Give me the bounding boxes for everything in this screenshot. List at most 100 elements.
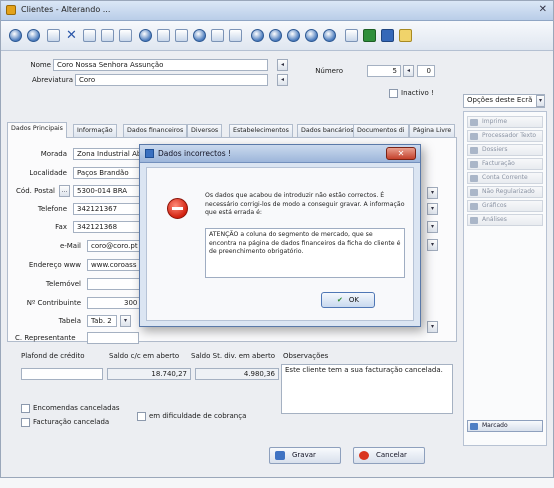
tab-estabelecimentos[interactable]: Estabelecimentos (229, 124, 293, 137)
numero-extra-input[interactable]: 0 (417, 65, 435, 77)
option-facturacao[interactable]: Facturação (467, 158, 543, 170)
save-icon (275, 451, 285, 460)
chart-icon[interactable] (381, 29, 394, 42)
edit-icon[interactable] (83, 29, 96, 42)
delete-icon[interactable]: ✕ (65, 29, 78, 42)
forward-icon[interactable] (27, 29, 40, 42)
cancelar-label: Cancelar (376, 451, 407, 459)
refresh-icon[interactable] (193, 29, 206, 42)
marker-icon (470, 423, 478, 430)
filter-icon[interactable] (157, 29, 170, 42)
codpostal-label: Cód. Postal (16, 187, 55, 195)
word-icon[interactable] (345, 29, 358, 42)
dialog-app-icon (145, 149, 154, 158)
option-conta-corrente[interactable]: Conta Corrente (467, 172, 543, 184)
option-graficos[interactable]: Gráficos (467, 200, 543, 212)
option-imprime[interactable]: Imprime (467, 116, 543, 128)
nome-lookup-icon[interactable]: ◂ (277, 59, 288, 71)
excel-icon[interactable] (363, 29, 376, 42)
option-processador-texto[interactable]: Processador Texto (467, 130, 543, 142)
dialog-body: Os dados que acabou de introduzir não es… (146, 167, 414, 321)
nome-label: Nome (30, 61, 51, 69)
encomendas-checkbox[interactable] (21, 404, 30, 413)
analysis-icon (470, 217, 478, 224)
dialog-title: Dados incorrectos ! (158, 149, 231, 158)
lookup-icon[interactable]: ▾ (427, 321, 438, 333)
options-select[interactable]: Opções deste Ecrã ▾ (463, 94, 545, 108)
abreviatura-lookup-icon[interactable]: ◂ (277, 74, 288, 86)
chart-icon (470, 203, 478, 210)
facturacao-checkbox[interactable] (21, 418, 30, 427)
copy-icon[interactable] (101, 29, 114, 42)
option-analises[interactable]: Análises (467, 214, 543, 226)
lookup-icon[interactable]: ▾ (427, 239, 438, 251)
financial-section: Plafond de crédito Saldo c/c em aberto S… (17, 346, 457, 441)
tab-dados-principais[interactable]: Dados Principais (7, 122, 67, 138)
tab-dados-bancarios[interactable]: Dados bancários (297, 124, 358, 137)
search-icon[interactable] (139, 29, 152, 42)
numero-lookup-icon[interactable]: ◂ (403, 65, 414, 77)
chevron-down-icon[interactable]: ▾ (120, 315, 131, 327)
pending-icon (470, 189, 478, 196)
numero-input[interactable]: 5 (367, 65, 401, 77)
ok-label: OK (348, 296, 359, 304)
option-label: Facturação (482, 160, 515, 167)
goto-record-icon[interactable] (323, 29, 336, 42)
facturacao-label: Facturação cancelada (33, 418, 110, 426)
ok-button[interactable]: ✔ OK (321, 292, 375, 308)
gravar-label: Gravar (292, 451, 316, 459)
lookup-icon[interactable]: ▾ (427, 203, 438, 215)
tab-diversos[interactable]: Diversos (187, 124, 223, 137)
previous-record-icon[interactable] (269, 29, 282, 42)
observacoes-textarea[interactable]: Este cliente tem a sua facturação cancel… (281, 364, 453, 414)
codpostal-lookup-icon[interactable]: … (59, 185, 70, 197)
close-icon[interactable]: ✕ (539, 4, 547, 15)
next-record-icon[interactable] (287, 29, 300, 42)
tab-informacao[interactable]: Informação (73, 124, 117, 137)
representante-label: C. Representante (15, 334, 76, 342)
print-icon[interactable] (119, 29, 132, 42)
window-title: Clientes - Alterando ... (21, 5, 111, 14)
representante-input[interactable] (87, 332, 139, 344)
tab-pagina-livre[interactable]: Página Livre (409, 124, 456, 137)
notes-icon[interactable] (229, 29, 242, 42)
chevron-down-icon[interactable]: ▾ (536, 95, 544, 107)
observacoes-label: Observações (283, 352, 329, 360)
lookup-icon[interactable]: ▾ (427, 187, 438, 199)
inactivo-checkbox[interactable] (389, 89, 398, 98)
numero-label: Número (315, 67, 343, 75)
dossier-icon (470, 147, 478, 154)
option-label: Conta Corrente (482, 174, 528, 181)
tab-dados-financeiros[interactable]: Dados financeiros (123, 124, 188, 137)
saldo-st-label: Saldo St. div. em aberto (191, 352, 275, 360)
lookup-icon[interactable]: ▾ (427, 221, 438, 233)
option-nao-regularizado[interactable]: Não Regularizado (467, 186, 543, 198)
email-label: e-Mail (59, 242, 81, 250)
cancelar-button[interactable]: Cancelar (353, 447, 425, 464)
plafond-label: Plafond de crédito (21, 352, 85, 360)
back-icon[interactable] (9, 29, 22, 42)
inactivo-label: Inactivo ! (401, 89, 434, 97)
dialog-close-icon[interactable]: ✕ (386, 147, 416, 160)
gravar-button[interactable]: Gravar (269, 447, 341, 464)
tabela-select[interactable]: Tab. 2 (87, 315, 117, 327)
tab-documentos[interactable]: Documentos di (353, 124, 409, 137)
dificuldade-checkbox[interactable] (137, 412, 146, 421)
option-label: Processador Texto (482, 132, 537, 139)
dialog-title-bar: Dados incorrectos ! ✕ (140, 145, 420, 163)
invoice-icon (470, 161, 478, 168)
client-window: Clientes - Alterando ... ✕ ✕ Nome Coro N… (0, 0, 554, 478)
last-record-icon[interactable] (305, 29, 318, 42)
attach-icon[interactable] (175, 29, 188, 42)
nome-input[interactable]: Coro Nossa Senhora Assunção (53, 59, 268, 71)
folder-icon[interactable] (399, 29, 412, 42)
new-document-icon[interactable] (47, 29, 60, 42)
first-record-icon[interactable] (251, 29, 264, 42)
marcado-button[interactable]: Marcado (467, 420, 543, 432)
option-dossiers[interactable]: Dossiers (467, 144, 543, 156)
options-select-label: Opções deste Ecrã (467, 96, 533, 104)
abreviatura-input[interactable]: Coro (75, 74, 268, 86)
plafond-input[interactable] (21, 368, 103, 380)
toolbar: ✕ (1, 21, 553, 51)
calendar-icon[interactable] (211, 29, 224, 42)
